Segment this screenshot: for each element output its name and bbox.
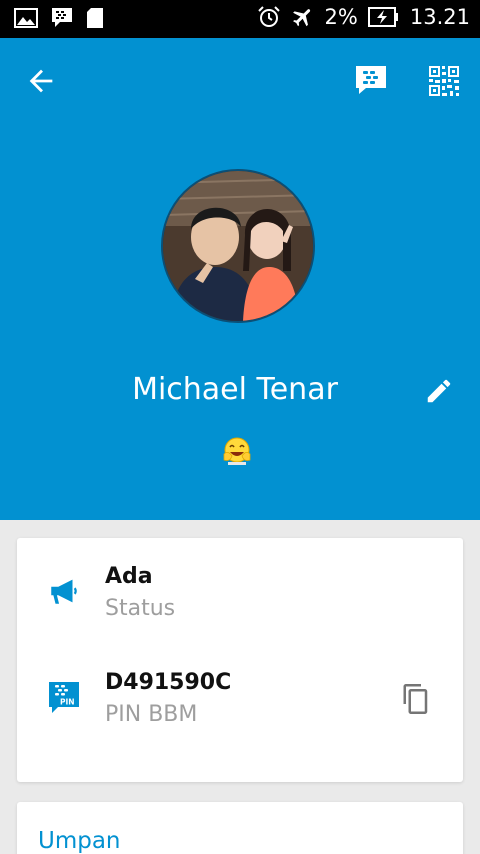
profile-photo [163,171,313,321]
sd-card-icon [87,8,103,28]
profile-name: Michael Tenar [132,372,338,407]
pin-value: D491590C [105,670,232,695]
feed-title: Umpan [38,828,121,854]
alarm-icon [257,6,280,27]
copy-icon[interactable] [401,682,431,716]
megaphone-icon [51,579,77,604]
bbm-notification-icon [52,8,72,27]
clock: 13.21 [409,5,470,29]
status-label: Status [105,596,176,621]
airplane-mode-icon [292,9,310,27]
laughing-emoji [223,437,251,465]
battery-percent: 2% [324,5,358,29]
profile-info-card: Ada Status PIN D491590C PIN BBM [17,538,463,782]
profile-header: Michael Tenar [0,38,480,520]
status-bar: 2% 13.21 [0,0,480,38]
pin-label: PIN BBM [105,702,198,727]
bbm-chat-icon[interactable] [354,64,388,96]
feed-card: Umpan [17,802,463,854]
pin-icon-text: PIN [60,698,75,707]
qr-code-icon[interactable] [428,66,460,96]
profile-avatar[interactable] [161,169,315,323]
arrow-back-icon[interactable] [24,64,58,98]
gallery-icon [14,8,38,28]
status-value: Ada [105,564,153,589]
bbm-pin-icon: PIN [49,682,79,713]
pencil-icon[interactable] [424,376,454,406]
battery-charging-icon [367,7,398,27]
